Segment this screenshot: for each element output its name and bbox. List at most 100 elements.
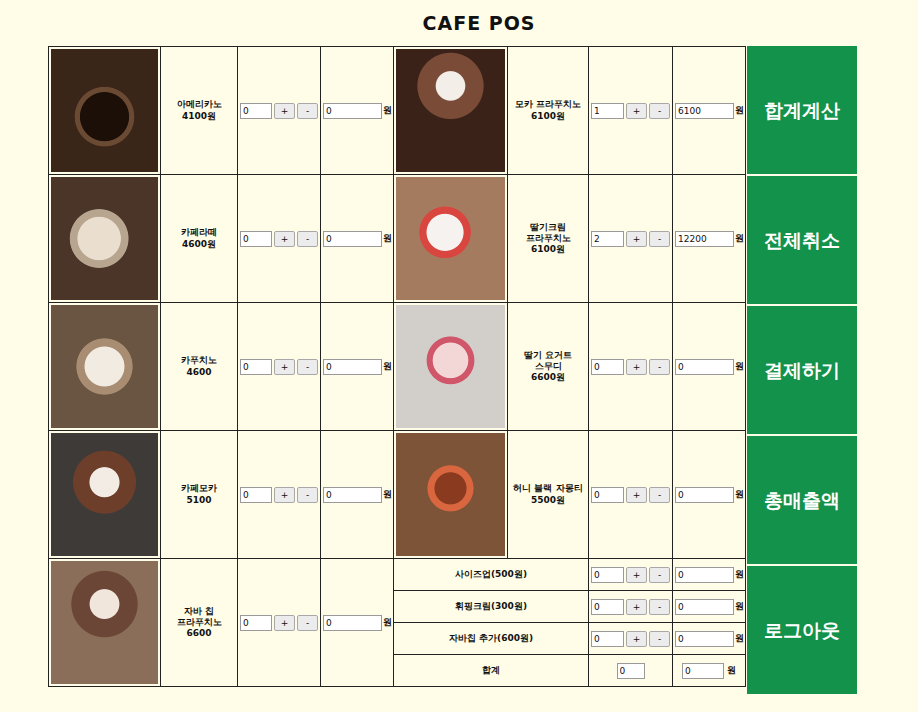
amount-input[interactable] bbox=[323, 615, 382, 631]
amount-cell: 원 bbox=[321, 431, 394, 559]
quantity-input[interactable] bbox=[591, 487, 624, 503]
product-photo[interactable] bbox=[396, 49, 505, 172]
minus-button[interactable]: - bbox=[649, 599, 670, 615]
minus-button[interactable]: - bbox=[297, 615, 318, 631]
plus-button[interactable]: + bbox=[626, 599, 647, 615]
amount-input[interactable] bbox=[323, 231, 382, 247]
quantity-cell: +- bbox=[238, 559, 321, 687]
amount-input[interactable] bbox=[675, 567, 734, 583]
quantity-cell: +- bbox=[238, 175, 321, 303]
currency-label: 원 bbox=[735, 232, 744, 246]
quantity-input[interactable] bbox=[240, 359, 272, 375]
quantity-cell: +- bbox=[238, 303, 321, 431]
amount-input[interactable] bbox=[675, 631, 734, 647]
action-button[interactable]: 결제하기 bbox=[747, 306, 857, 434]
plus-button[interactable]: + bbox=[274, 615, 295, 631]
product-name-cell: 딸기 요거트 스무디6600원 bbox=[508, 303, 589, 431]
amount-cell: 원 bbox=[673, 591, 746, 623]
plus-button[interactable]: + bbox=[626, 359, 647, 375]
plus-button[interactable]: + bbox=[274, 359, 295, 375]
minus-button[interactable]: - bbox=[649, 567, 670, 583]
product-photo-cell bbox=[49, 303, 161, 431]
currency-label: 원 bbox=[727, 664, 736, 678]
amount-input[interactable] bbox=[675, 231, 734, 247]
quantity-input[interactable] bbox=[591, 359, 624, 375]
plus-button[interactable]: + bbox=[626, 631, 647, 647]
quantity-cell: +- bbox=[238, 431, 321, 559]
amount-cell: 원 bbox=[321, 175, 394, 303]
plus-button[interactable]: + bbox=[626, 567, 647, 583]
product-name: 딸기크림 프라푸치노 bbox=[510, 222, 586, 245]
currency-label: 원 bbox=[383, 232, 392, 246]
total-amount-input[interactable] bbox=[682, 663, 724, 679]
amount-input[interactable] bbox=[675, 599, 734, 615]
amount-input[interactable] bbox=[675, 359, 734, 375]
minus-button[interactable]: - bbox=[649, 631, 670, 647]
quantity-input[interactable] bbox=[240, 103, 272, 119]
quantity-input[interactable] bbox=[591, 599, 624, 615]
minus-button[interactable]: - bbox=[649, 487, 670, 503]
minus-button[interactable]: - bbox=[649, 103, 670, 119]
quantity-cell: +- bbox=[589, 175, 673, 303]
product-photo[interactable] bbox=[51, 561, 158, 684]
menu-table: 아메리카노4100원+-원모카 프라푸치노6100원+-원카페라떼4600원+-… bbox=[48, 46, 746, 687]
plus-button[interactable]: + bbox=[626, 103, 647, 119]
currency-label: 원 bbox=[383, 104, 392, 118]
minus-button[interactable]: - bbox=[297, 231, 318, 247]
quantity-input[interactable] bbox=[240, 487, 272, 503]
product-photo[interactable] bbox=[51, 305, 158, 428]
option-label: 자바칩 추가(600원) bbox=[449, 632, 533, 646]
product-photo[interactable] bbox=[51, 433, 158, 556]
minus-button[interactable]: - bbox=[649, 359, 670, 375]
currency-label: 원 bbox=[735, 104, 744, 118]
product-photo[interactable] bbox=[396, 177, 505, 300]
quantity-input[interactable] bbox=[591, 103, 624, 119]
amount-cell: 원 bbox=[321, 47, 394, 175]
plus-button[interactable]: + bbox=[274, 487, 295, 503]
amount-input[interactable] bbox=[323, 359, 382, 375]
quantity-input[interactable] bbox=[591, 631, 624, 647]
product-name-cell: 아메리카노4100원 bbox=[161, 47, 238, 175]
action-button[interactable]: 총매출액 bbox=[747, 436, 857, 564]
product-photo[interactable] bbox=[396, 433, 505, 556]
amount-input[interactable] bbox=[675, 487, 734, 503]
quantity-cell: +- bbox=[589, 591, 673, 623]
product-photo[interactable] bbox=[396, 305, 505, 428]
option-label-cell: 사이즈업(500원) bbox=[394, 559, 589, 591]
total-label-cell: 합계 bbox=[394, 655, 589, 687]
product-name-cell: 허니 블랙 자몽티5500원 bbox=[508, 431, 589, 559]
action-button[interactable]: 로그아웃 bbox=[747, 566, 857, 694]
product-name-cell: 자바 칩 프라푸치노6600 bbox=[161, 559, 238, 687]
currency-label: 원 bbox=[383, 488, 392, 502]
product-name-cell: 카페모카5100 bbox=[161, 431, 238, 559]
amount-input[interactable] bbox=[323, 487, 382, 503]
minus-button[interactable]: - bbox=[297, 359, 318, 375]
action-button[interactable]: 합계계산 bbox=[747, 46, 857, 174]
product-photo[interactable] bbox=[51, 49, 158, 172]
product-price: 5500원 bbox=[531, 495, 565, 506]
product-name: 딸기 요거트 스무디 bbox=[510, 350, 586, 373]
action-button[interactable]: 전체취소 bbox=[747, 176, 857, 304]
quantity-input[interactable] bbox=[240, 615, 272, 631]
quantity-input[interactable] bbox=[591, 231, 624, 247]
total-quantity-input[interactable] bbox=[617, 663, 645, 679]
option-label: 사이즈업(500원) bbox=[455, 568, 527, 582]
product-price: 4600 bbox=[186, 367, 211, 378]
product-name-cell: 딸기크림 프라푸치노6100원 bbox=[508, 175, 589, 303]
minus-button[interactable]: - bbox=[649, 231, 670, 247]
product-name-cell: 카페라떼4600원 bbox=[161, 175, 238, 303]
product-name: 카푸치노 bbox=[181, 355, 217, 366]
amount-input[interactable] bbox=[675, 103, 734, 119]
quantity-input[interactable] bbox=[240, 231, 272, 247]
currency-label: 원 bbox=[735, 360, 744, 374]
minus-button[interactable]: - bbox=[297, 103, 318, 119]
plus-button[interactable]: + bbox=[626, 231, 647, 247]
amount-input[interactable] bbox=[323, 103, 382, 119]
product-photo[interactable] bbox=[51, 177, 158, 300]
plus-button[interactable]: + bbox=[626, 487, 647, 503]
plus-button[interactable]: + bbox=[274, 103, 295, 119]
quantity-input[interactable] bbox=[591, 567, 624, 583]
plus-button[interactable]: + bbox=[274, 231, 295, 247]
minus-button[interactable]: - bbox=[297, 487, 318, 503]
total-quantity-cell bbox=[589, 655, 673, 687]
